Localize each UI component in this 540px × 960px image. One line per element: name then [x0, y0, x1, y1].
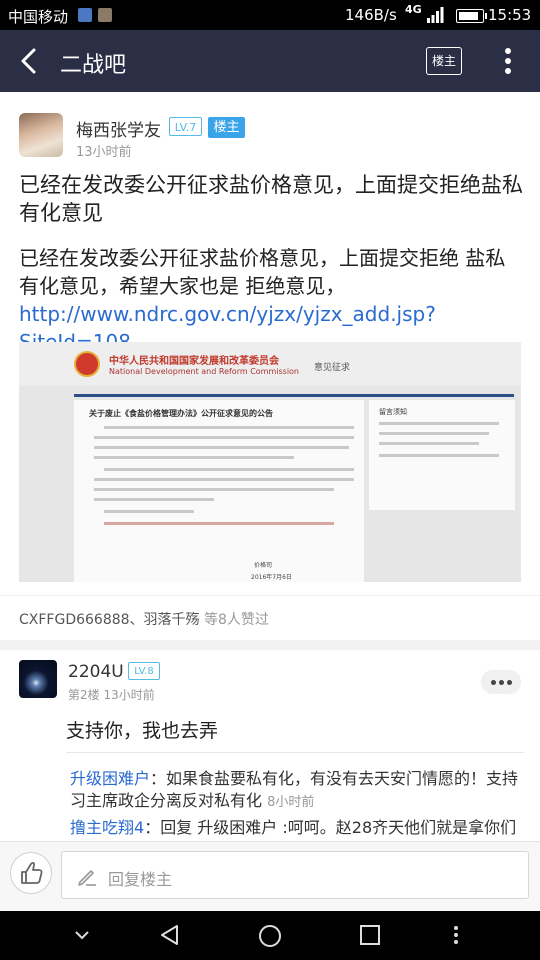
triangle-back-icon[interactable] [158, 923, 182, 947]
post-body: 已经在发改委公开征求盐价格意见，上面提交拒绝 盐私有化意见，希望大家也是 拒绝意… [19, 244, 524, 356]
more-horizontal-icon[interactable] [481, 670, 521, 694]
reply-level-badge: LV.8 [128, 662, 160, 680]
image-header-en: National Development and Reform Commissi… [109, 367, 299, 376]
reply-placeholder: 回复楼主 [108, 870, 173, 889]
image-signature: 价格司 [254, 562, 273, 569]
image-header-tag: 意见征求 [314, 363, 351, 373]
top-nav-bar: 二战吧 楼主 [0, 30, 540, 92]
section-divider [0, 640, 540, 650]
image-header-cn: 中华人民共和国国家发展和改革委员会 [109, 356, 279, 367]
image-doc-title: 关于废止《食盐价格管理办法》公开征求意见的公告 [89, 409, 273, 418]
menu-dots-icon[interactable] [450, 923, 462, 947]
square-recent-icon[interactable] [358, 923, 382, 947]
battery-icon [456, 9, 487, 23]
likes-summary[interactable]: CXFFGD666888、羽落千殇 等8人赞过 [19, 609, 269, 629]
carrier-name: 中国移动 [8, 8, 69, 26]
sub-reply[interactable]: 撸主吃翔4：回复 升级困难户 :呵呵。赵28齐天他们就是拿你们这些没脑子的肉瓶当… [70, 817, 525, 842]
app-notification-icon [98, 8, 112, 22]
reply-text: 支持你，我也去弄 [66, 720, 219, 742]
signal-icon [427, 7, 444, 23]
reply-floor: 第2楼 [68, 688, 100, 702]
network-speed: 146B/s [345, 6, 397, 24]
reply-avatar[interactable] [19, 660, 57, 698]
chevron-down-icon[interactable] [72, 927, 92, 943]
level-badge: LV.7 [169, 117, 202, 136]
author-avatar[interactable] [19, 113, 63, 157]
system-nav-bar [0, 911, 540, 960]
likes-count: 等8人赞过 [204, 612, 269, 628]
network-type: 4G [405, 3, 422, 16]
post-time: 13小时前 [76, 145, 132, 160]
sub-reply-user[interactable]: 撸主吃翔4 [70, 818, 144, 837]
sub-reply[interactable]: 升级困难户：如果食盐要私有化，有没有去天安门情愿的！支持习主席政企分离反对私有化… [70, 768, 525, 814]
clock: 15:53 [488, 6, 532, 24]
reply-time: 13小时前 [103, 688, 155, 702]
emblem-icon [74, 351, 100, 377]
more-vertical-icon[interactable] [500, 45, 516, 77]
pen-icon [78, 870, 96, 886]
post-image[interactable]: 中华人民共和国国家发展和改革委员会 National Development a… [19, 342, 521, 582]
post-body-text: 已经在发改委公开征求盐价格意见，上面提交拒绝 盐私有化意见，希望大家也是 拒绝意… [19, 246, 506, 298]
reply-username[interactable]: 2204U [68, 662, 124, 682]
status-bar: 中国移动 146B/s 4G 15:53 [0, 0, 540, 30]
image-date: 2016年7月6日 [251, 574, 292, 581]
back-arrow-icon[interactable] [16, 44, 46, 78]
like-button[interactable] [10, 852, 52, 894]
forum-title: 二战吧 [60, 53, 127, 78]
sub-reply-divider [66, 752, 524, 753]
post-title: 已经在发改委公开征求盐价格意见，上面提交拒绝盐私有化意见 [19, 173, 523, 225]
owner-only-button[interactable]: 楼主 [426, 47, 462, 75]
notification-icon [78, 8, 92, 22]
reply-meta: 第2楼 13小时前 [68, 686, 155, 703]
sub-reply-time: 8小时前 [267, 795, 315, 810]
likes-names: CXFFGD666888、羽落千殇 [19, 612, 200, 628]
author-name[interactable]: 梅西张学友 [76, 116, 161, 141]
sub-replies: 升级困难户：如果食盐要私有化，有没有去天安门情愿的！支持习主席政企分离反对私有化… [66, 760, 536, 842]
owner-badge: 楼主 [208, 117, 245, 138]
circle-home-icon[interactable] [257, 923, 283, 949]
thumb-up-icon [21, 862, 43, 884]
image-side-title: 留言须知 [379, 408, 407, 416]
image-divider [74, 394, 514, 397]
sub-reply-user[interactable]: 升级困难户 [70, 769, 150, 788]
